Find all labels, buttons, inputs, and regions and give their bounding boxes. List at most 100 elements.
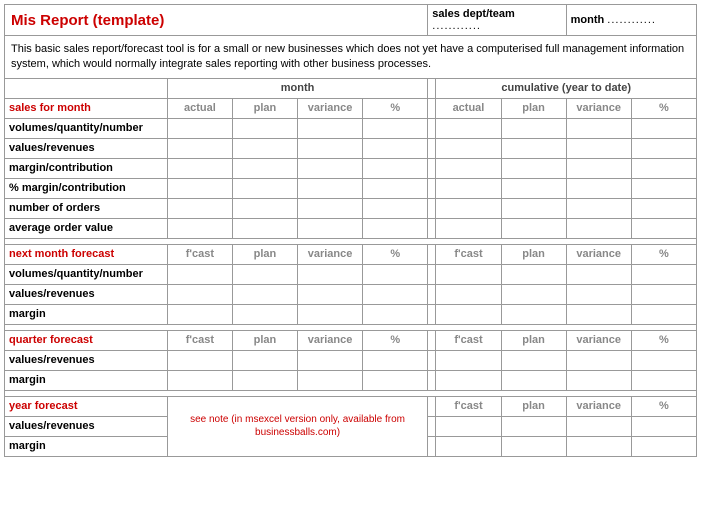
cell[interactable] xyxy=(631,416,696,436)
cell[interactable] xyxy=(298,198,363,218)
cell[interactable] xyxy=(436,118,501,138)
cell[interactable] xyxy=(167,178,232,198)
cell[interactable] xyxy=(232,198,297,218)
cell[interactable] xyxy=(363,178,428,198)
cell[interactable] xyxy=(167,138,232,158)
cell[interactable] xyxy=(363,284,428,304)
cell[interactable] xyxy=(501,178,566,198)
cell[interactable] xyxy=(436,138,501,158)
cell[interactable] xyxy=(298,304,363,324)
cell[interactable] xyxy=(501,416,566,436)
cell[interactable] xyxy=(566,436,631,456)
cell[interactable] xyxy=(298,264,363,284)
cell[interactable] xyxy=(298,284,363,304)
cell[interactable] xyxy=(631,198,696,218)
cell[interactable] xyxy=(631,158,696,178)
cell[interactable] xyxy=(436,198,501,218)
cell[interactable] xyxy=(232,370,297,390)
cell[interactable] xyxy=(631,138,696,158)
cell[interactable] xyxy=(298,370,363,390)
cell[interactable] xyxy=(167,198,232,218)
cell[interactable] xyxy=(436,370,501,390)
cell[interactable] xyxy=(167,350,232,370)
cell[interactable] xyxy=(436,264,501,284)
cell[interactable] xyxy=(363,118,428,138)
cell[interactable] xyxy=(631,284,696,304)
cell[interactable] xyxy=(232,264,297,284)
cell[interactable] xyxy=(631,118,696,138)
cell[interactable] xyxy=(631,304,696,324)
cell[interactable] xyxy=(501,138,566,158)
cell[interactable] xyxy=(566,198,631,218)
cell[interactable] xyxy=(232,118,297,138)
cell[interactable] xyxy=(566,178,631,198)
cell[interactable] xyxy=(167,284,232,304)
cell[interactable] xyxy=(363,138,428,158)
cell[interactable] xyxy=(566,158,631,178)
cell[interactable] xyxy=(363,198,428,218)
cell[interactable] xyxy=(501,158,566,178)
cell[interactable] xyxy=(232,218,297,238)
cell[interactable] xyxy=(232,178,297,198)
cell[interactable] xyxy=(566,264,631,284)
cell[interactable] xyxy=(167,304,232,324)
cell[interactable] xyxy=(436,284,501,304)
cell[interactable] xyxy=(631,264,696,284)
cell[interactable] xyxy=(363,264,428,284)
cell[interactable] xyxy=(501,198,566,218)
cell[interactable] xyxy=(631,218,696,238)
cell[interactable] xyxy=(436,158,501,178)
cell[interactable] xyxy=(298,350,363,370)
cell[interactable] xyxy=(167,264,232,284)
gap xyxy=(428,396,436,416)
cell[interactable] xyxy=(232,304,297,324)
cell[interactable] xyxy=(167,370,232,390)
cell[interactable] xyxy=(501,218,566,238)
cell[interactable] xyxy=(363,218,428,238)
cell[interactable] xyxy=(436,436,501,456)
col-fcast2: f'cast xyxy=(436,396,501,416)
cell[interactable] xyxy=(566,138,631,158)
cell[interactable] xyxy=(363,304,428,324)
cell[interactable] xyxy=(232,350,297,370)
cell[interactable] xyxy=(436,350,501,370)
cell[interactable] xyxy=(566,284,631,304)
cell[interactable] xyxy=(631,370,696,390)
cell[interactable] xyxy=(167,218,232,238)
cell[interactable] xyxy=(436,178,501,198)
cell[interactable] xyxy=(363,350,428,370)
dept-cell[interactable]: sales dept/team ............ xyxy=(428,5,566,36)
cell[interactable] xyxy=(566,350,631,370)
cell[interactable] xyxy=(631,178,696,198)
cell[interactable] xyxy=(232,158,297,178)
month-cell[interactable]: month ............ xyxy=(566,5,696,36)
cell[interactable] xyxy=(501,264,566,284)
cell[interactable] xyxy=(436,304,501,324)
cell[interactable] xyxy=(298,178,363,198)
cell[interactable] xyxy=(501,118,566,138)
cell[interactable] xyxy=(566,118,631,138)
cell[interactable] xyxy=(298,118,363,138)
cell[interactable] xyxy=(566,304,631,324)
cell[interactable] xyxy=(363,370,428,390)
cell[interactable] xyxy=(232,138,297,158)
cell[interactable] xyxy=(167,158,232,178)
cell[interactable] xyxy=(298,218,363,238)
cell[interactable] xyxy=(436,218,501,238)
cell[interactable] xyxy=(501,284,566,304)
cell[interactable] xyxy=(566,370,631,390)
cell[interactable] xyxy=(298,158,363,178)
cell[interactable] xyxy=(501,350,566,370)
cell[interactable] xyxy=(167,118,232,138)
cell[interactable] xyxy=(631,436,696,456)
cell[interactable] xyxy=(631,350,696,370)
cell[interactable] xyxy=(501,436,566,456)
cell[interactable] xyxy=(298,138,363,158)
cell[interactable] xyxy=(363,158,428,178)
cell[interactable] xyxy=(501,370,566,390)
cell[interactable] xyxy=(501,304,566,324)
cell[interactable] xyxy=(436,416,501,436)
cell[interactable] xyxy=(566,416,631,436)
cell[interactable] xyxy=(566,218,631,238)
cell[interactable] xyxy=(232,284,297,304)
